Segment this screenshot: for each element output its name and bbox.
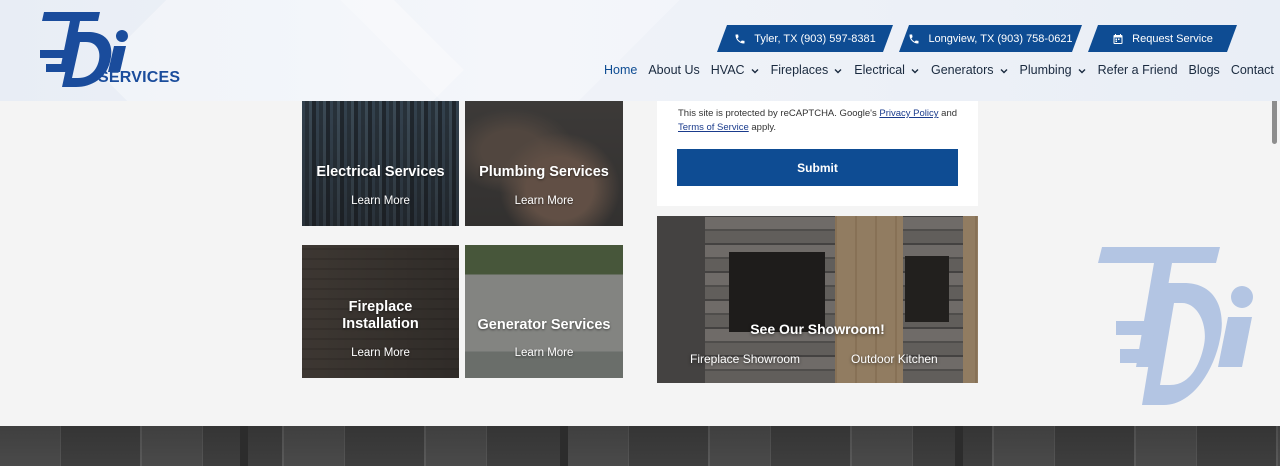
chevron-down-icon — [750, 65, 760, 75]
nav-item-label: Fireplaces — [770, 63, 829, 77]
nav-item-label: Home — [604, 63, 638, 77]
site-header: SERVICES Tyler, TX (903) 597-8381 Longvi… — [0, 0, 1280, 101]
service-tile-generator[interactable]: Generator Services Learn More — [465, 245, 623, 378]
showroom-title: See Our Showroom! — [750, 321, 885, 337]
nav-item-contact[interactable]: Contact — [1231, 62, 1274, 78]
nav-item-label: Generators — [930, 63, 994, 77]
terms-of-service-link[interactable]: Terms of Service — [678, 122, 749, 133]
beam — [240, 426, 248, 466]
nav-item-plumbing[interactable]: Plumbing — [1020, 62, 1087, 78]
service-tile-plumbing[interactable]: Plumbing Services Learn More — [465, 101, 623, 226]
recaptcha-notice: This site is protected by reCAPTCHA. Goo… — [678, 107, 963, 135]
chevron-down-icon — [999, 65, 1009, 75]
nav-item-electrical[interactable]: Electrical — [854, 62, 920, 78]
contact-tyler-button[interactable]: Tyler, TX (903) 597-8381 — [717, 25, 893, 52]
captcha-text: This site is protected by reCAPTCHA. Goo… — [678, 108, 877, 119]
showroom-banner[interactable]: See Our Showroom! Fireplace Showroom Out… — [657, 216, 978, 383]
contact-longview-button[interactable]: Longview, TX (903) 758-0621 — [899, 25, 1082, 52]
captcha-text: apply. — [751, 122, 777, 133]
captcha-text: and — [941, 108, 958, 119]
outdoor-kitchen-link[interactable]: Outdoor Kitchen — [851, 352, 938, 366]
request-service-button[interactable]: Request Service — [1088, 25, 1237, 52]
nav-item-about-us[interactable]: About Us — [648, 62, 699, 78]
next-section-background — [0, 426, 1280, 466]
learn-more-link[interactable]: Learn More — [302, 195, 459, 207]
service-tile-title: Plumbing Services — [479, 164, 609, 180]
nav-item-label: Blogs — [1188, 63, 1220, 77]
contact-longview-label: Longview, TX (903) 758-0621 — [928, 32, 1073, 45]
main-nav: Home About Us HVAC Fireplaces Electrical… — [604, 62, 1274, 78]
nav-item-label: Refer a Friend — [1097, 63, 1178, 77]
nav-item-blogs[interactable]: Blogs — [1189, 62, 1220, 78]
logo-text: SERVICES — [98, 69, 181, 86]
submit-button[interactable]: Submit — [677, 149, 958, 186]
chevron-down-icon — [910, 65, 920, 75]
chevron-down-icon — [1077, 65, 1087, 75]
request-service-label: Request Service — [1132, 32, 1213, 45]
service-tile-title: Fireplace Installation — [342, 299, 419, 332]
learn-more-link[interactable]: Learn More — [302, 347, 459, 359]
service-tile-fireplace[interactable]: Fireplace Installation Learn More — [302, 245, 459, 378]
calendar-icon — [1112, 33, 1124, 45]
chevron-down-icon — [833, 65, 843, 75]
contact-tyler-label: Tyler, TX (903) 597-8381 — [754, 32, 876, 45]
nav-item-generators[interactable]: Generators — [931, 62, 1009, 78]
nav-item-hvac[interactable]: HVAC — [711, 62, 760, 78]
phone-icon — [908, 33, 920, 45]
privacy-policy-link[interactable]: Privacy Policy — [879, 108, 938, 119]
nav-item-label: Electrical — [854, 63, 905, 77]
nav-item-home[interactable]: Home — [604, 62, 637, 78]
service-tile-electrical[interactable]: Electrical Services Learn More — [302, 101, 459, 226]
contact-form: This site is protected by reCAPTCHA. Goo… — [657, 101, 978, 206]
nav-item-label: About Us — [648, 63, 700, 77]
beam — [955, 426, 963, 466]
fireplace-showroom-link[interactable]: Fireplace Showroom — [690, 352, 800, 366]
nav-item-refer-a-friend[interactable]: Refer a Friend — [1098, 62, 1178, 78]
learn-more-link[interactable]: Learn More — [465, 195, 623, 207]
tdi-watermark-icon — [1098, 247, 1253, 405]
nav-item-label: Contact — [1230, 63, 1274, 77]
nav-item-label: Plumbing — [1019, 63, 1072, 77]
nav-item-fireplaces[interactable]: Fireplaces — [771, 62, 844, 78]
service-tile-title: Electrical Services — [316, 164, 445, 180]
service-tile-title: Generator Services — [477, 317, 611, 333]
learn-more-link[interactable]: Learn More — [465, 347, 623, 359]
nav-item-label: HVAC — [710, 63, 745, 77]
beam — [560, 426, 568, 466]
phone-icon — [734, 33, 746, 45]
